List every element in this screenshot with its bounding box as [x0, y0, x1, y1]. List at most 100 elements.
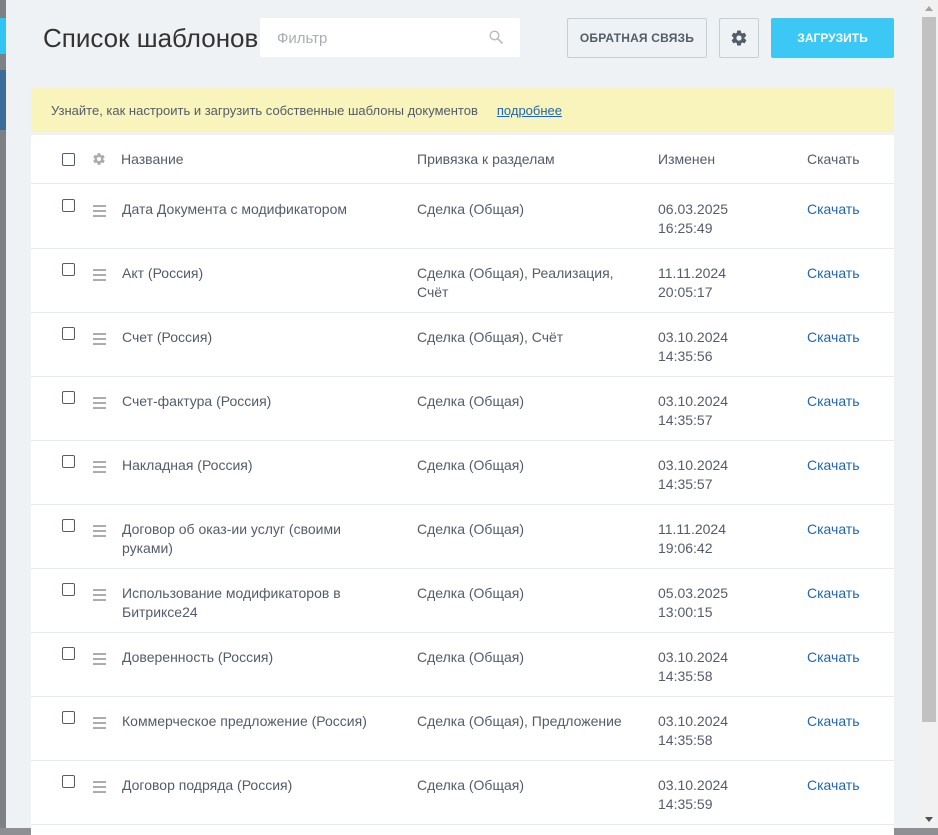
template-name[interactable]: Счет (Россия): [122, 328, 402, 347]
download-link[interactable]: Скачать: [807, 264, 860, 283]
template-name[interactable]: Доверенность (Россия): [122, 648, 402, 667]
row-checkbox[interactable]: [62, 583, 75, 596]
download-link[interactable]: Скачать: [807, 520, 860, 539]
row-checkbox[interactable]: [62, 711, 75, 724]
templates-table: Название Привязка к разделам Изменен Ска…: [31, 135, 894, 835]
search-input[interactable]: [275, 19, 479, 58]
drag-handle-icon[interactable]: [93, 461, 106, 476]
template-name[interactable]: Дата Документа с модификатором: [122, 200, 402, 219]
table-row[interactable]: Коммерческое предложение (Россия) Сделка …: [31, 696, 894, 761]
scroll-up-arrow-icon[interactable]: [920, 0, 938, 17]
drag-handle-icon[interactable]: [93, 653, 106, 668]
modified-date-day: 11.11.2024: [658, 265, 726, 281]
modified-date-time: 19:06:42: [658, 540, 713, 556]
table-row[interactable]: Счет-фактура (Россия) Сделка (Общая) 03.10…: [31, 376, 894, 441]
download-link[interactable]: Скачать: [807, 776, 860, 795]
template-name-line: Доверенность (Россия): [122, 649, 274, 665]
row-checkbox[interactable]: [62, 327, 75, 340]
download-link[interactable]: Скачать: [807, 456, 860, 475]
download-link[interactable]: Скачать: [807, 648, 860, 667]
row-checkbox[interactable]: [62, 263, 75, 276]
modified-date: 11.11.2024 19:06:42: [658, 520, 726, 558]
template-name[interactable]: Договор об оказ-ии услуг (своими руками): [122, 520, 402, 558]
modified-date-day: 03.10.2024: [658, 777, 729, 793]
drag-handle-icon[interactable]: [93, 205, 106, 220]
column-header-download: Скачать: [807, 151, 860, 167]
download-link[interactable]: Скачать: [807, 200, 860, 219]
modified-date-day: 03.10.2024: [658, 393, 729, 409]
template-name[interactable]: Использование модификаторов в Битриксе24: [122, 584, 402, 622]
modified-date-time: 14:35:57: [658, 476, 713, 492]
sections-line: Сделка (Общая): [417, 457, 524, 473]
template-name-line: Коммерческое предложение (Россия): [122, 713, 367, 729]
template-name[interactable]: Коммерческое предложение (Россия): [122, 712, 402, 731]
feedback-button[interactable]: ОБРАТНАЯ СВЯЗЬ: [567, 18, 707, 58]
template-name[interactable]: Накладная (Россия): [122, 456, 402, 475]
template-name-line: Договор подряда (Россия): [122, 777, 293, 793]
drag-handle-icon[interactable]: [93, 333, 106, 348]
filter-search[interactable]: [260, 18, 520, 58]
modified-date-time: 14:35:58: [658, 732, 713, 748]
row-checkbox[interactable]: [62, 775, 75, 788]
settings-button[interactable]: [719, 18, 759, 58]
modified-date: 06.03.2025 16:25:49: [658, 200, 728, 238]
template-name[interactable]: Договор подряда (Россия): [122, 776, 402, 795]
download-link[interactable]: Скачать: [807, 392, 860, 411]
sections-line: Сделка (Общая): [417, 777, 524, 793]
table-row[interactable]: Договор подряда (Россия) Сделка (Общая) 03…: [31, 760, 894, 825]
row-checkbox[interactable]: [62, 391, 75, 404]
download-link[interactable]: Скачать: [807, 584, 860, 603]
row-checkbox[interactable]: [62, 519, 75, 532]
template-name-line: Договор об оказ-ии услуг (своими: [122, 521, 341, 537]
table-row[interactable]: Использование модификаторов в Битриксе24 С…: [31, 568, 894, 633]
scrollbar-thumb[interactable]: [922, 17, 936, 722]
drag-handle-icon[interactable]: [93, 525, 106, 540]
drag-handle-icon[interactable]: [93, 781, 106, 796]
page-scrollbar[interactable]: [920, 0, 938, 828]
table-row[interactable]: Договор об оказ-ии услуг (своими руками) С…: [31, 504, 894, 569]
sections-line: Счёт: [417, 284, 449, 300]
table-row[interactable]: Накладная (Россия) Сделка (Общая) 03.10.20…: [31, 440, 894, 505]
row-checkbox[interactable]: [62, 199, 75, 212]
drag-handle-icon[interactable]: [93, 589, 106, 604]
table-row[interactable]: Дата Документа с модификатором Сделка (Об…: [31, 184, 894, 249]
modified-date: 05.03.2025 13:00:15: [658, 584, 728, 622]
sections-line: Сделка (Общая), Счёт: [417, 329, 564, 345]
modified-date-day: 03.10.2024: [658, 457, 729, 473]
upload-button[interactable]: ЗАГРУЗИТЬ: [771, 18, 894, 58]
drag-handle-icon[interactable]: [93, 397, 106, 412]
table-row[interactable]: Акт (Россия) Сделка (Общая), Реализация, С…: [31, 248, 894, 313]
download-link[interactable]: Скачать: [807, 328, 860, 347]
column-header-name[interactable]: Название: [121, 151, 184, 167]
template-name[interactable]: Акт (Россия): [122, 264, 402, 283]
column-header-sections[interactable]: Привязка к разделам: [417, 151, 555, 167]
modified-date: 03.10.2024 14:35:58: [658, 648, 728, 686]
search-icon[interactable]: [489, 30, 503, 44]
table-row[interactable]: Доверенность (Россия) Сделка (Общая) 03.10…: [31, 632, 894, 697]
template-sections: Сделка (Общая), Счёт: [417, 328, 647, 347]
download-link[interactable]: Скачать: [807, 712, 860, 731]
sections-line: Сделка (Общая): [417, 585, 524, 601]
template-sections: Сделка (Общая): [417, 392, 647, 411]
row-checkbox[interactable]: [62, 647, 75, 660]
modified-date-day: 05.03.2025: [658, 585, 729, 601]
template-name[interactable]: Счет-фактура (Россия): [122, 392, 402, 411]
modified-date: 03.10.2024 14:35:57: [658, 392, 728, 430]
banner-more-link[interactable]: подробнее: [497, 103, 562, 118]
template-name-line: Акт (Россия): [122, 265, 204, 281]
template-sections: Сделка (Общая): [417, 776, 647, 795]
modified-date: 11.11.2024 20:05:17: [658, 264, 726, 302]
table-header: Название Привязка к разделам Изменен Ска…: [31, 135, 894, 184]
drag-handle-icon[interactable]: [93, 269, 106, 284]
drag-handle-icon[interactable]: [93, 717, 106, 732]
template-sections: Сделка (Общая): [417, 648, 647, 667]
row-checkbox[interactable]: [62, 455, 75, 468]
table-row[interactable]: Счет (Россия) Сделка (Общая), Счёт 03.10.2…: [31, 312, 894, 377]
sections-line: Сделка (Общая), Реализация,: [417, 265, 614, 281]
select-all-checkbox[interactable]: [62, 153, 75, 166]
scroll-down-arrow-icon[interactable]: [920, 811, 938, 828]
column-header-modified[interactable]: Изменен: [658, 151, 715, 167]
column-settings-icon[interactable]: [92, 152, 106, 166]
page-title: Список шаблонов: [43, 23, 259, 53]
modified-date-day: 06.03.2025: [658, 201, 729, 217]
